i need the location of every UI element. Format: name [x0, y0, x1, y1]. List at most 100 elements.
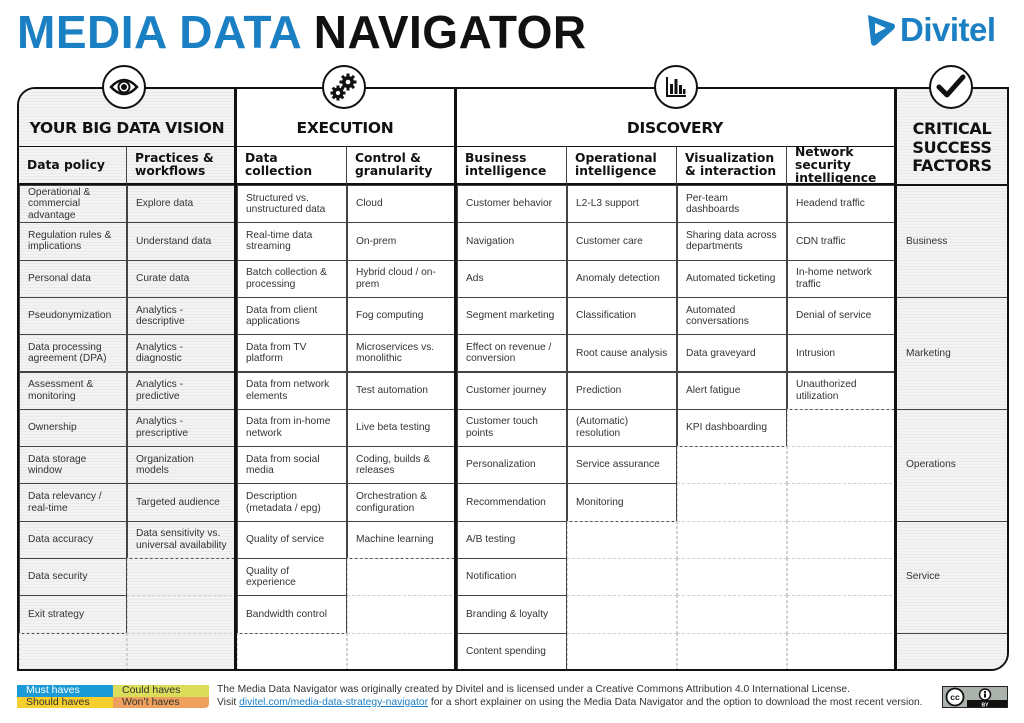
navigator-item[interactable]: Alert fatigue — [677, 371, 787, 410]
navigator-item[interactable]: Coding, builds & releases — [347, 446, 457, 485]
navigator-item[interactable]: Data storage window — [19, 446, 127, 485]
navigator-item[interactable]: Microservices vs. monolithic — [347, 334, 457, 373]
navigator-item[interactable]: Intrusion — [787, 334, 897, 373]
navigator-item[interactable]: Data security — [19, 558, 127, 597]
navigator-item[interactable]: Targeted audience — [127, 483, 237, 522]
navigator-item[interactable]: Effect on revenue / conversion — [457, 334, 567, 373]
navigator-item[interactable]: Analytics - prescriptive — [127, 408, 237, 448]
navigator-item[interactable]: Personalization — [457, 446, 567, 485]
navigator-item[interactable]: Pseudonymization — [19, 296, 127, 336]
navigator-item[interactable]: Recommendation — [457, 483, 567, 522]
success-factor[interactable]: Business — [895, 185, 1007, 298]
navigator-item[interactable]: Analytics - descriptive — [127, 296, 237, 336]
empty-slot — [787, 483, 897, 522]
navigator-item[interactable]: Operational & commercial advantage — [19, 185, 127, 224]
navigator-item[interactable]: Assessment & monitoring — [19, 371, 127, 410]
navigator-item[interactable]: Customer touch points — [457, 408, 567, 448]
navigator-item[interactable]: Notification — [457, 558, 567, 597]
navigator-item[interactable]: Per-team dashboards — [677, 185, 787, 224]
navigator-item[interactable]: Analytics - diagnostic — [127, 334, 237, 373]
navigator-item[interactable]: Sharing data across departments — [677, 222, 787, 261]
navigator-item[interactable]: Cloud — [347, 185, 457, 224]
navigator-item[interactable]: Quality of service — [237, 520, 347, 559]
navigator-item[interactable]: In-home network traffic — [787, 259, 897, 298]
navigator-item[interactable]: L2-L3 support — [567, 185, 677, 224]
navigator-item[interactable]: Real-time data streaming — [237, 222, 347, 261]
empty-slot — [127, 558, 237, 597]
navigator-item[interactable]: On-prem — [347, 222, 457, 261]
navigator-item[interactable]: Understand data — [127, 222, 237, 261]
license-line-2-suffix: for a short explainer on using the Media… — [428, 696, 923, 708]
navigator-item[interactable]: Root cause analysis — [567, 334, 677, 373]
legend-could-haves: Could haves — [113, 685, 209, 697]
navigator-item[interactable]: Customer care — [567, 222, 677, 261]
navigator-item[interactable]: Denial of service — [787, 296, 897, 336]
navigator-item[interactable]: Automated ticketing — [677, 259, 787, 298]
section-divider — [234, 89, 237, 669]
navigator-item[interactable]: Data graveyard — [677, 334, 787, 373]
empty-slot — [347, 632, 457, 669]
navigator-item[interactable]: Bandwidth control — [237, 595, 347, 634]
navigator-item[interactable]: Data relevancy / real-time — [19, 483, 127, 522]
empty-slot — [787, 520, 897, 559]
navigator-item[interactable]: Quality of experience — [237, 558, 347, 597]
navigator-item[interactable]: KPI dashboarding — [677, 408, 787, 448]
cc-by-license-badge[interactable]: cc BY — [942, 686, 1008, 708]
navigator-item[interactable]: Machine learning — [347, 520, 457, 559]
navigator-item[interactable]: Exit strategy — [19, 595, 127, 634]
svg-text:cc: cc — [950, 692, 960, 702]
title-part-1: MEDIA DATA — [17, 6, 301, 58]
navigator-item[interactable]: Monitoring — [567, 483, 677, 522]
navigator-item[interactable]: Prediction — [567, 371, 677, 410]
navigator-item[interactable]: Service assurance — [567, 446, 677, 485]
navigator-item[interactable]: Fog computing — [347, 296, 457, 336]
navigator-item[interactable]: Classification — [567, 296, 677, 336]
navigator-item[interactable]: Customer journey — [457, 371, 567, 410]
navigator-item[interactable]: Data processing agreement (DPA) — [19, 334, 127, 373]
navigator-item[interactable]: Segment marketing — [457, 296, 567, 336]
navigator-item[interactable]: Curate data — [127, 259, 237, 298]
divitel-play-icon — [868, 15, 895, 46]
navigator-item[interactable]: Navigation — [457, 222, 567, 261]
csf-title-line: FACTORS — [912, 156, 992, 176]
navigator-item[interactable]: CDN traffic — [787, 222, 897, 261]
navigator-item[interactable]: Analytics - predictive — [127, 371, 237, 410]
navigator-item[interactable]: Orchestration & configuration — [347, 483, 457, 522]
navigator-item[interactable]: Customer behavior — [457, 185, 567, 224]
license-line-2: Visit divitel.com/media-data-strategy-na… — [217, 697, 923, 710]
navigator-item[interactable]: Headend traffic — [787, 185, 897, 224]
navigator-item[interactable]: Batch collection & processing — [237, 259, 347, 298]
navigator-item[interactable]: Regulation rules & implications — [19, 222, 127, 261]
navigator-item[interactable]: Data from network elements — [237, 371, 347, 410]
column-header: Business intelligence — [457, 146, 567, 185]
navigator-item[interactable]: Test automation — [347, 371, 457, 410]
navigator-item[interactable]: Live beta testing — [347, 408, 457, 448]
navigator-item[interactable]: Data accuracy — [19, 520, 127, 559]
navigator-item[interactable]: Data from TV platform — [237, 334, 347, 373]
navigator-item[interactable]: Description (metadata / epg) — [237, 483, 347, 522]
navigator-item[interactable]: Content spending — [457, 632, 567, 669]
navigator-item[interactable]: Data sensitivity vs. universal availabil… — [127, 520, 237, 559]
navigator-item[interactable]: Ads — [457, 259, 567, 298]
navigator-item[interactable]: (Automatic) resolution — [567, 408, 677, 448]
empty-slot — [677, 632, 787, 669]
navigator-item[interactable]: Automated conversations — [677, 296, 787, 336]
navigator-item[interactable]: Organization models — [127, 446, 237, 485]
success-factor[interactable]: Marketing — [895, 296, 1007, 410]
navigator-item[interactable]: A/B testing — [457, 520, 567, 559]
navigator-item[interactable]: Unauthorized utilization — [787, 371, 897, 410]
navigator-item[interactable]: Ownership — [19, 408, 127, 448]
navigator-item[interactable]: Data from in-home network — [237, 408, 347, 448]
success-factor[interactable]: Operations — [895, 408, 1007, 522]
navigator-item[interactable]: Data from client applications — [237, 296, 347, 336]
navigator-item[interactable]: Structured vs. unstructured data — [237, 185, 347, 224]
creative-commons-icon: cc BY — [945, 687, 1007, 707]
navigator-item[interactable]: Branding & loyalty — [457, 595, 567, 634]
success-factor[interactable]: Service — [895, 520, 1007, 634]
navigator-link[interactable]: divitel.com/media-data-strategy-navigato… — [239, 697, 428, 708]
navigator-item[interactable]: Explore data — [127, 185, 237, 224]
navigator-item[interactable]: Anomaly detection — [567, 259, 677, 298]
navigator-item[interactable]: Hybrid cloud / on-prem — [347, 259, 457, 298]
navigator-item[interactable]: Data from social media — [237, 446, 347, 485]
navigator-item[interactable]: Personal data — [19, 259, 127, 298]
